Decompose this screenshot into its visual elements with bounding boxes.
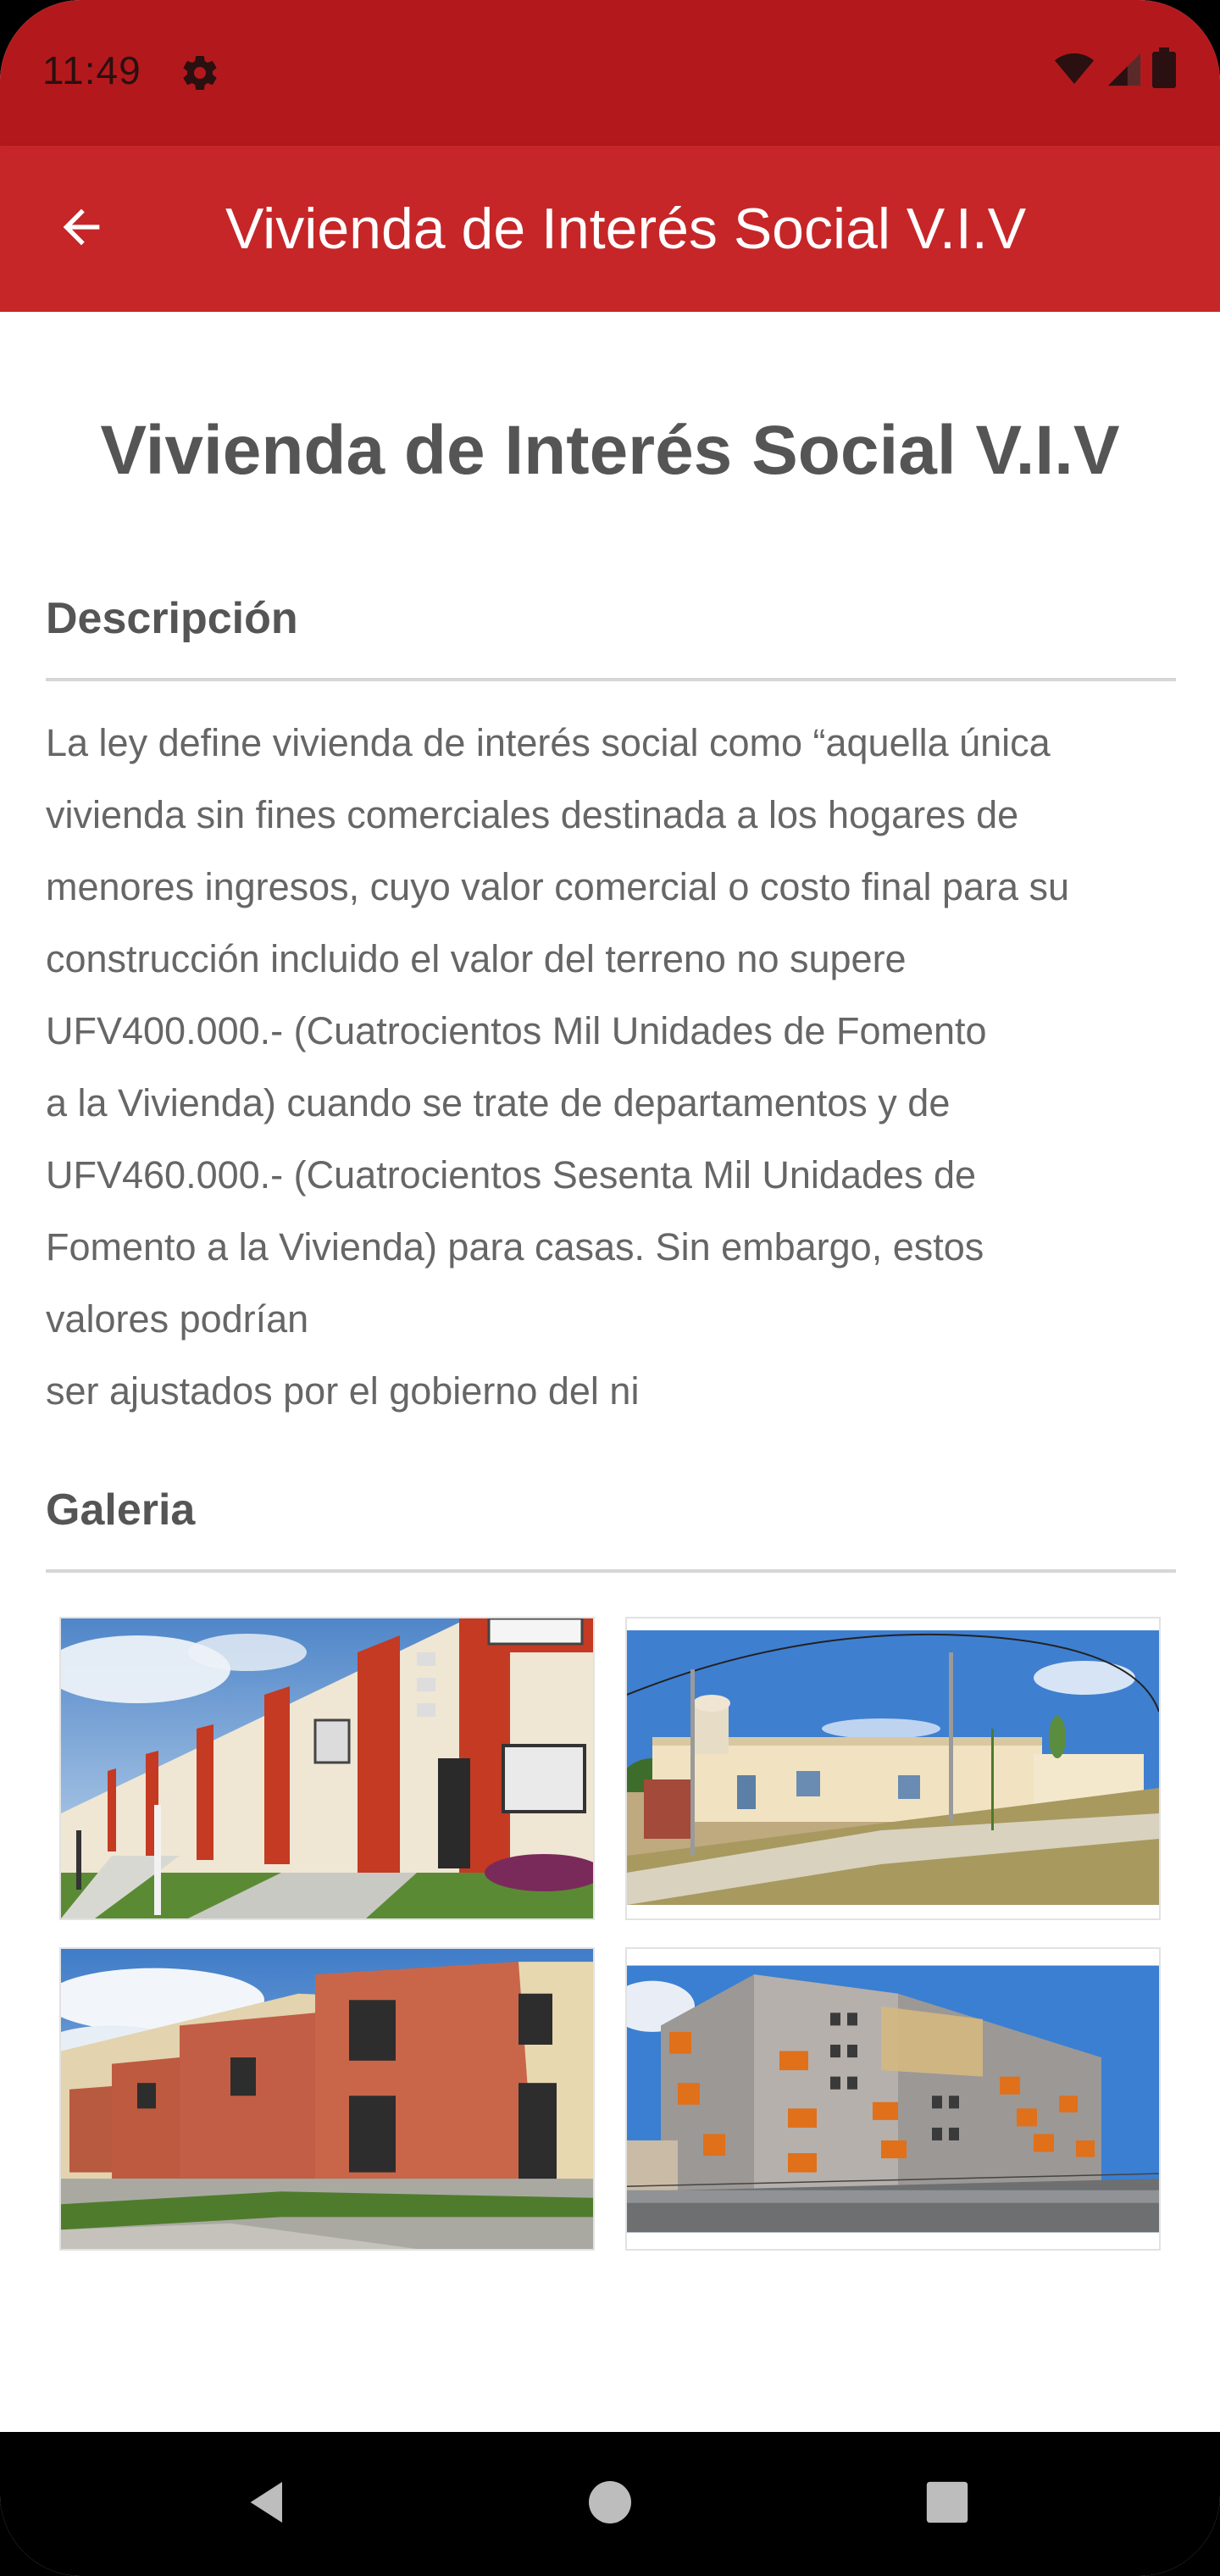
single-story-houses-image[interactable] xyxy=(625,1617,1161,1920)
apartment-building-image[interactable] xyxy=(625,1947,1161,2251)
status-bar: 11:49 xyxy=(0,0,1220,146)
recents-square-icon xyxy=(923,2478,972,2531)
main-content[interactable]: Vivienda de Interés Social V.I.V Descrip… xyxy=(0,312,1220,2432)
description-line: UFV400.000.- (Cuatrocientos Mil Unidades… xyxy=(46,1009,987,1052)
nav-recents-button[interactable] xyxy=(909,2466,985,2542)
gallery-heading: Galeria xyxy=(46,1485,196,1535)
description-line: menores ingresos, cuyo valor comercial o… xyxy=(46,865,1070,908)
brick-houses-image[interactable] xyxy=(59,1947,595,2251)
wifi-icon xyxy=(1052,48,1096,93)
phone-screen: 11:49 Vivienda de Interés Social V.I.V V… xyxy=(0,0,1220,2576)
description-line: Fomento a la Vivienda) para casas. Sin e… xyxy=(46,1225,984,1269)
description-divider xyxy=(46,678,1176,681)
home-circle-icon xyxy=(585,2477,635,2532)
description-heading: Descripción xyxy=(46,594,298,643)
description-line: UFV460.000.- (Cuatrocientos Sesenta Mil … xyxy=(46,1153,977,1196)
status-time: 11:49 xyxy=(42,48,141,92)
arrow-back-icon xyxy=(54,200,108,258)
battery-icon xyxy=(1152,47,1176,93)
nav-back-button[interactable] xyxy=(230,2466,307,2542)
status-icons xyxy=(1052,47,1176,93)
townhouse-row-image[interactable] xyxy=(59,1617,595,1920)
app-bar: Vivienda de Interés Social V.I.V xyxy=(0,146,1220,312)
gallery-divider xyxy=(46,1569,1176,1573)
gear-icon xyxy=(180,53,220,93)
nav-home-button[interactable] xyxy=(572,2466,648,2542)
system-nav-bar xyxy=(0,2432,1220,2576)
description-line: valores podrían xyxy=(46,1297,309,1341)
app-bar-title: Vivienda de Interés Social V.I.V xyxy=(225,197,1027,261)
description-text: La ley define vivienda de interés social… xyxy=(46,707,1181,1427)
back-triangle-icon xyxy=(241,2475,296,2534)
page-title: Vivienda de Interés Social V.I.V xyxy=(100,412,1120,489)
description-line: ser ajustados por el gobierno del ni xyxy=(46,1369,640,1413)
description-line: vivienda sin fines comerciales destinada… xyxy=(46,793,1019,836)
back-button[interactable] xyxy=(41,188,122,269)
description-line: construcción incluido el valor del terre… xyxy=(46,937,907,980)
signal-icon xyxy=(1105,50,1144,93)
description-line: La ley define vivienda de interés social… xyxy=(46,721,1051,764)
description-line: a la Vivienda) cuando se trate de depart… xyxy=(46,1081,951,1124)
